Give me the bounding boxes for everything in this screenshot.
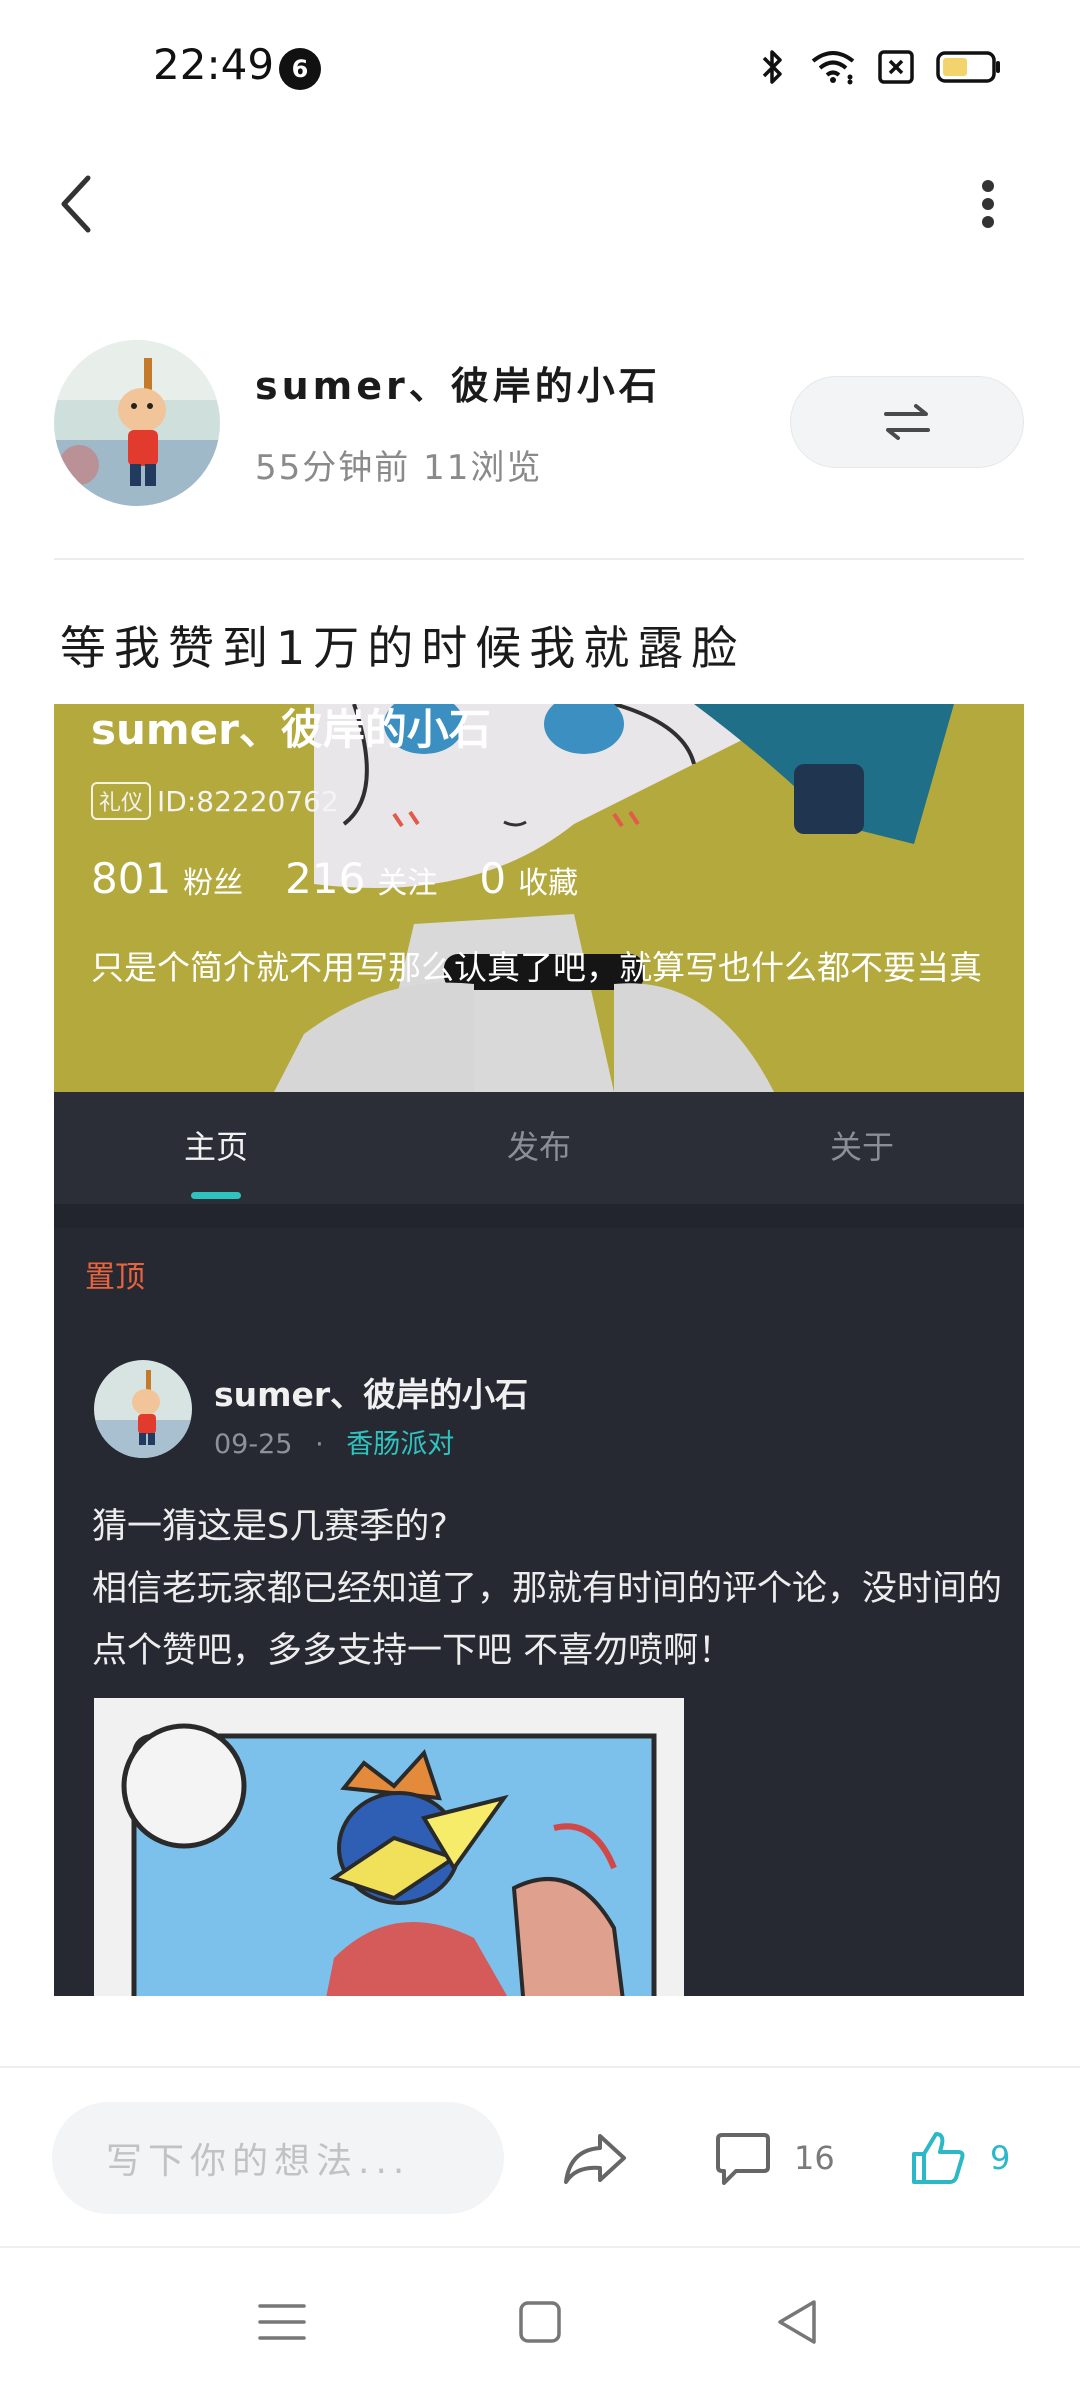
tab-divider [54, 1204, 1024, 1228]
menu-button[interactable] [252, 2292, 312, 2352]
home-button[interactable] [510, 2292, 570, 2352]
post-title: 等我赞到1万的时候我就露脸 [60, 621, 746, 675]
post-meta: 55分钟前 11浏览 [255, 448, 543, 488]
pinned-post-text: 猜一猜这是S几赛季的? 相信老玩家都已经知道了，那就有时间的评个论，没时间的点个… [92, 1496, 1012, 1682]
notification-badge: 6 [279, 48, 321, 90]
pinned-post-line: 猜一猜这是S几赛季的? [92, 1507, 448, 1547]
pinned-label: 置顶 [85, 1260, 145, 1295]
divider [54, 558, 1024, 560]
pinned-post-date: 09-25 [214, 1429, 293, 1460]
profile-name: sumer、彼岸的小石 [91, 705, 491, 754]
followers-count: 801 [91, 854, 172, 903]
profile-stats: 801 粉丝 216 关注 0 收藏 [91, 854, 608, 903]
following-count: 216 [285, 854, 366, 903]
thumbs-up-icon [912, 2132, 965, 2184]
comment-count: 16 [794, 2139, 835, 2177]
back-nav-button[interactable] [768, 2292, 828, 2352]
pinned-post-drawing [94, 1698, 684, 1996]
bluetooth-icon [758, 47, 788, 91]
profile-id-row: 礼仪 ID:82220762 [91, 782, 339, 820]
post-image[interactable]: sumer、彼岸的小石 礼仪 ID:82220762 801 粉丝 216 关注… [54, 704, 1024, 1996]
meta-separator: · [315, 1429, 324, 1460]
more-options-button[interactable] [968, 170, 1008, 238]
pinned-post-meta: 09-25 · 香肠派对 [214, 1422, 454, 1461]
author-name[interactable]: sumer、彼岸的小石 [255, 355, 661, 410]
more-vertical-icon [982, 180, 994, 228]
pinned-post-topic: 香肠派对 [346, 1429, 455, 1460]
status-icons [758, 48, 1002, 90]
comment-bubble-icon [716, 2133, 770, 2185]
pinned-post-author: sumer、彼岸的小石 [214, 1375, 529, 1414]
wifi-icon [810, 49, 856, 89]
comment-button[interactable]: 16 [714, 2124, 835, 2192]
back-button[interactable] [52, 170, 102, 238]
like-button[interactable]: 9 [908, 2124, 1010, 2192]
author-avatar[interactable] [54, 340, 220, 506]
followers-label: 粉丝 [183, 866, 244, 901]
share-forward-button[interactable] [562, 2124, 628, 2192]
status-bar: 22:49 6 [0, 0, 1080, 135]
avatar [94, 1360, 192, 1458]
comment-input[interactable]: 写下你的想法... [52, 2102, 504, 2214]
like-count: 9 [990, 2139, 1011, 2177]
profile-header-image: sumer、彼岸的小石 礼仪 ID:82220762 801 粉丝 216 关注… [54, 704, 1024, 1092]
tab-home: 主页 [183, 1128, 248, 1166]
back-triangle-icon [778, 2300, 816, 2344]
profile-bio: 只是个简介就不用写那么认真了吧，就算写也什么都不要当真 [91, 948, 982, 987]
profile-tabs: 主页 发布 关于 [54, 1092, 1024, 1204]
battery-icon [936, 50, 1002, 88]
following-label: 关注 [377, 866, 438, 901]
swap-arrows-icon [884, 404, 930, 440]
share-button[interactable] [790, 376, 1024, 468]
favorites-count: 0 [479, 854, 507, 903]
sim-off-icon [878, 50, 914, 88]
chevron-left-icon [61, 175, 91, 233]
tab-indicator [191, 1192, 241, 1199]
divider [0, 2246, 1080, 2248]
share-forward-icon [564, 2134, 626, 2184]
favorites-label: 收藏 [518, 866, 579, 901]
home-square-icon [519, 2301, 561, 2343]
tab-about: 关于 [829, 1128, 894, 1166]
tab-posts: 发布 [506, 1128, 571, 1166]
pinned-post-line: 相信老玩家都已经知道了，那就有时间的评个论，没时间的点个赞吧，多多支持一下吧 不… [92, 1569, 1003, 1671]
status-time: 22:49 [153, 40, 275, 89]
divider [0, 2066, 1080, 2068]
profile-id: ID:82220762 [157, 784, 339, 818]
profile-badge: 礼仪 [91, 782, 152, 820]
menu-icon [258, 2304, 306, 2340]
